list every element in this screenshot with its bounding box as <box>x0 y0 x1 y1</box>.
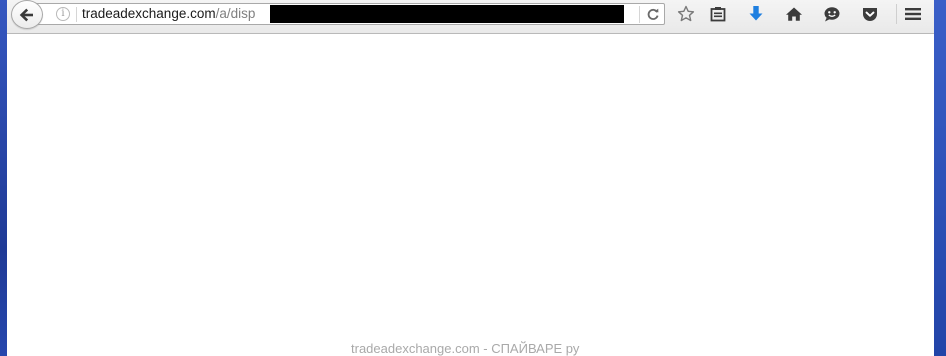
home-icon <box>786 7 802 21</box>
bookmark-star-button[interactable] <box>675 4 697 24</box>
url-domain: tradeadexchange.com <box>82 6 216 21</box>
back-arrow-icon <box>19 8 33 21</box>
bookmarks-list-icon <box>710 7 726 22</box>
browser-window: i tradeadexchange.com/a/disp tradeadexch… <box>7 0 934 356</box>
download-arrow-icon <box>749 6 763 21</box>
downloads-button[interactable] <box>745 4 767 24</box>
reload-icon <box>647 8 659 20</box>
back-button[interactable] <box>11 0 43 29</box>
site-info-icon[interactable]: i <box>56 7 70 21</box>
navigation-toolbar: i tradeadexchange.com/a/disp <box>7 0 934 34</box>
toolbar-separator <box>896 4 897 24</box>
pocket-icon <box>863 7 877 21</box>
desktop-background-right <box>934 0 946 356</box>
reload-button[interactable] <box>643 5 663 23</box>
bookmark-star-icon <box>677 5 695 22</box>
hello-chat-icon <box>824 7 840 22</box>
url-divider <box>76 7 77 22</box>
url-redaction <box>270 5 624 23</box>
pocket-button[interactable] <box>859 4 881 24</box>
home-button[interactable] <box>783 4 805 24</box>
bookmarks-list-button[interactable] <box>707 4 729 24</box>
hamburger-menu-icon <box>905 8 921 20</box>
watermark-text: tradeadexchange.com - СПАЙВАРЕ ру <box>351 341 580 356</box>
url-bar[interactable]: i tradeadexchange.com/a/disp <box>35 3 665 25</box>
chat-button[interactable] <box>821 4 843 24</box>
page-content: tradeadexchange.com - СПАЙВАРЕ ру <box>7 35 934 356</box>
menu-button[interactable] <box>902 4 924 24</box>
desktop-background-left <box>0 0 7 356</box>
url-text[interactable]: tradeadexchange.com/a/disp <box>82 6 255 22</box>
url-path: /a/disp <box>215 6 256 21</box>
reload-divider <box>639 6 640 23</box>
